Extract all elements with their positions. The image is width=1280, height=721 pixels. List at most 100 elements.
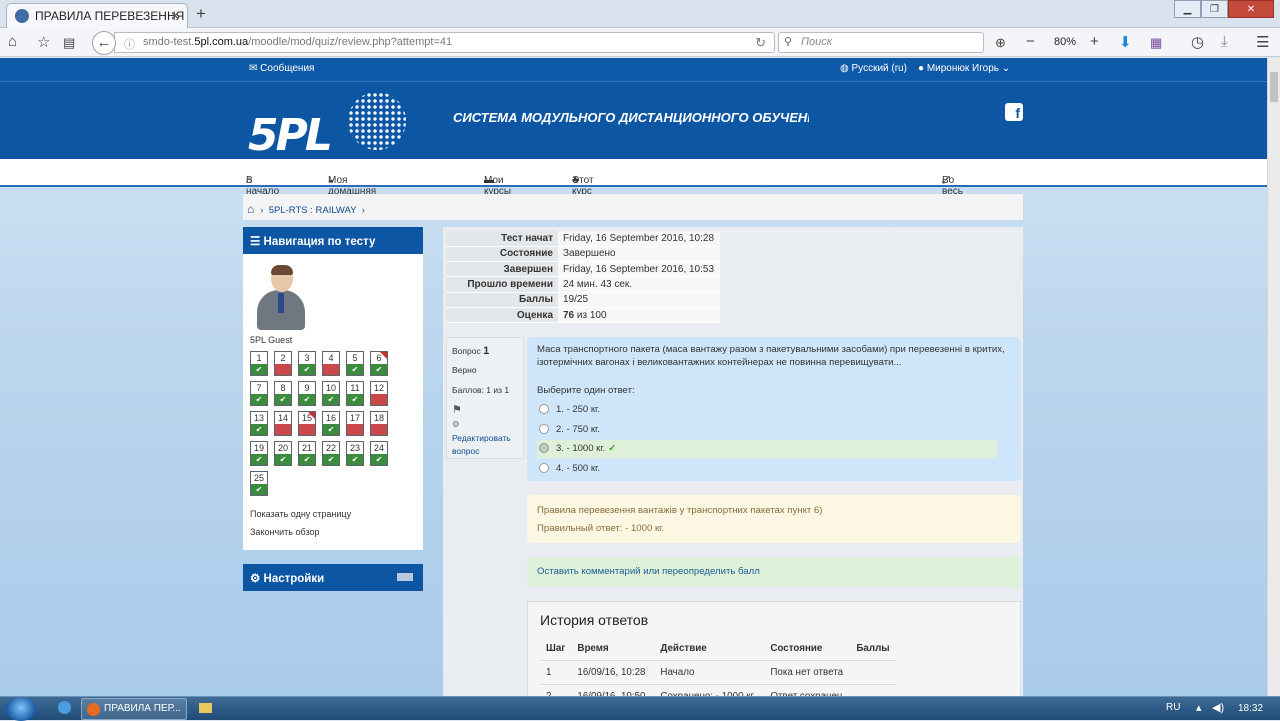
quiz-question-button[interactable]: 16 ✔ (322, 411, 340, 436)
question-button-number: 12 (373, 383, 384, 393)
start-button[interactable] (6, 697, 36, 721)
breadcrumb-course[interactable]: 5PL-RTS : RAILWAY (269, 205, 357, 216)
chevron-down-icon: ⌄ (1001, 63, 1011, 74)
quiz-question-button[interactable]: 3 ✔ (298, 351, 316, 376)
quiz-question-button[interactable]: 15 (298, 411, 316, 436)
quiz-question-button[interactable]: 25 ✔ (250, 471, 268, 496)
taskbar-firefox-item[interactable]: ПРАВИЛА ПЕР... (81, 698, 187, 720)
quiz-question-button[interactable]: 2 (274, 351, 292, 376)
target-icon[interactable]: ⊕ (995, 35, 1006, 51)
taskbar-ie-icon[interactable] (54, 698, 74, 720)
quiz-question-button[interactable]: 1 ✔ (250, 351, 268, 376)
quiz-question-button[interactable]: 7 ✔ (250, 381, 268, 406)
zoom-out-icon[interactable]: − (1026, 33, 1035, 50)
quiz-question-button[interactable]: 11 ✔ (346, 381, 364, 406)
history-icon[interactable]: ◷ (1191, 33, 1204, 51)
search-input[interactable]: ⚲ Поиск (778, 32, 984, 53)
zoom-level[interactable]: 80% (1054, 36, 1076, 48)
downloads-icon[interactable]: ⤓ (1221, 33, 1228, 50)
settings-header[interactable]: ⚙ Настройки (243, 564, 423, 591)
reading-list-icon[interactable]: ▤ (63, 35, 75, 51)
quiz-question-button[interactable]: 17 (346, 411, 364, 436)
question-button-number: 21 (301, 443, 312, 453)
answer-option[interactable]: 3. - 1000 кг. ✓ (537, 440, 997, 458)
quiz-question-button[interactable]: 23 ✔ (346, 441, 364, 466)
show-one-page-link[interactable]: Показать одну страницу (250, 509, 351, 519)
scrollbar-thumb[interactable] (1270, 72, 1278, 102)
quiz-question-button[interactable]: 22 ✔ (322, 441, 340, 466)
language-menu[interactable]: ◍ Русский (ru) (840, 63, 907, 74)
quiz-question-button[interactable]: 14 (274, 411, 292, 436)
tray-language[interactable]: RU (1166, 702, 1180, 713)
answer-option[interactable]: 4. - 500 кг. (537, 460, 997, 478)
tray-arrow-icon[interactable]: ▴ (1196, 701, 1202, 714)
question-button-number: 20 (277, 443, 288, 453)
quiz-question-button[interactable]: 13 ✔ (250, 411, 268, 436)
site-info-icon[interactable]: ⓘ (124, 36, 135, 52)
question-button-number: 14 (277, 413, 288, 423)
summary-value-text: Friday, 16 September 2016, 10:28 (563, 232, 715, 244)
quiz-question-button[interactable]: 18 (370, 411, 388, 436)
quiz-question-button[interactable]: 19 ✔ (250, 441, 268, 466)
question-state: Верно (452, 365, 477, 375)
history-header-action: Действие (660, 643, 707, 655)
maximize-icon[interactable]: ❐ (1201, 0, 1228, 18)
quiz-question-button[interactable]: 5 ✔ (346, 351, 364, 376)
breadcrumb-home-icon[interactable]: ⌂ (247, 202, 254, 216)
radio-button[interactable] (539, 423, 549, 434)
taskbar-folder-icon[interactable] (197, 698, 215, 720)
history-cell-action: Сохранено: - 1000 кг. (654, 683, 765, 696)
extension-icon[interactable]: ▦ (1150, 35, 1162, 51)
site-name: СИСТЕМА МОДУЛЬНОГО ДИСТАНЦИОННОГО ОБУЧЕН… (453, 110, 809, 125)
quiz-question-button[interactable]: 8 ✔ (274, 381, 292, 406)
quiz-question-button[interactable]: 12 (370, 381, 388, 406)
bookmark-star-icon[interactable]: ☆ (37, 33, 50, 51)
summary-value: 19/25 (558, 292, 720, 308)
url-bar[interactable]: ⓘ smdo-test.5pl.com.ua/moodle/mod/quiz/re… (114, 32, 775, 53)
window-close-icon[interactable]: ✕ (1228, 0, 1274, 18)
quiz-question-button[interactable]: 10 ✔ (322, 381, 340, 406)
quiz-question-button[interactable]: 4 (322, 351, 340, 376)
quiz-question-button[interactable]: 21 ✔ (298, 441, 316, 466)
question-button-number: 17 (349, 413, 360, 423)
volume-icon[interactable]: ◀) (1212, 701, 1224, 714)
menu-icon[interactable]: ☰ (1256, 33, 1269, 51)
question-button-number: 22 (325, 443, 336, 453)
logo-dots-icon (348, 92, 406, 150)
messages-link[interactable]: ✉ Сообщения (249, 63, 314, 74)
new-tab-icon[interactable]: + (196, 4, 206, 24)
edit-question-link[interactable]: Редактировать вопрос (452, 432, 518, 458)
site-logo[interactable]: 5PL (248, 90, 408, 161)
question-number-value: 1 (483, 345, 490, 357)
minimize-icon[interactable]: ▁ (1174, 0, 1201, 18)
checkmark-icon: ✔ (299, 454, 315, 465)
close-tab-icon[interactable]: ✕ (170, 9, 180, 23)
download-arrow-icon[interactable]: ⬇ (1119, 33, 1132, 51)
page-scrollbar[interactable] (1267, 58, 1280, 696)
zoom-in-icon[interactable]: + (1090, 33, 1099, 50)
facebook-icon[interactable]: f (1005, 103, 1023, 121)
history-cell-step: 2 (540, 683, 572, 696)
block-controls-icon[interactable] (397, 573, 413, 581)
history-header-marks: Баллы (856, 643, 890, 655)
back-button[interactable]: ← (92, 31, 116, 55)
answer-option[interactable]: 2. - 750 кг. (537, 421, 997, 439)
quiz-question-button[interactable]: 6 ✔ (370, 351, 388, 376)
finish-review-link[interactable]: Закончить обзор (250, 527, 319, 537)
radio-button[interactable] (539, 462, 549, 473)
tray-clock[interactable]: 18:32 (1238, 703, 1263, 714)
home-icon[interactable]: ⌂ (8, 33, 17, 50)
quiz-question-button[interactable]: 24 ✔ (370, 441, 388, 466)
reload-icon[interactable]: ↻ (755, 35, 766, 51)
radio-button[interactable] (539, 443, 549, 453)
quiz-question-button[interactable]: 9 ✔ (298, 381, 316, 406)
radio-button[interactable] (539, 404, 549, 414)
flag-icon[interactable]: ⚑ (452, 403, 518, 416)
comment-override-link[interactable]: Оставить комментарий или переопределить … (527, 557, 1021, 587)
summary-value-text: из 100 (574, 309, 607, 321)
logo-text: 5PL (248, 110, 333, 161)
browser-tab[interactable]: ПРАВИЛА ПЕРЕВЕЗЕННЯ ... ✕ (6, 3, 188, 28)
quiz-question-button[interactable]: 20 ✔ (274, 441, 292, 466)
answer-option[interactable]: 1. - 250 кг. (537, 401, 997, 419)
user-menu[interactable]: ● Миронюк Игорь ⌄ (918, 63, 1010, 74)
